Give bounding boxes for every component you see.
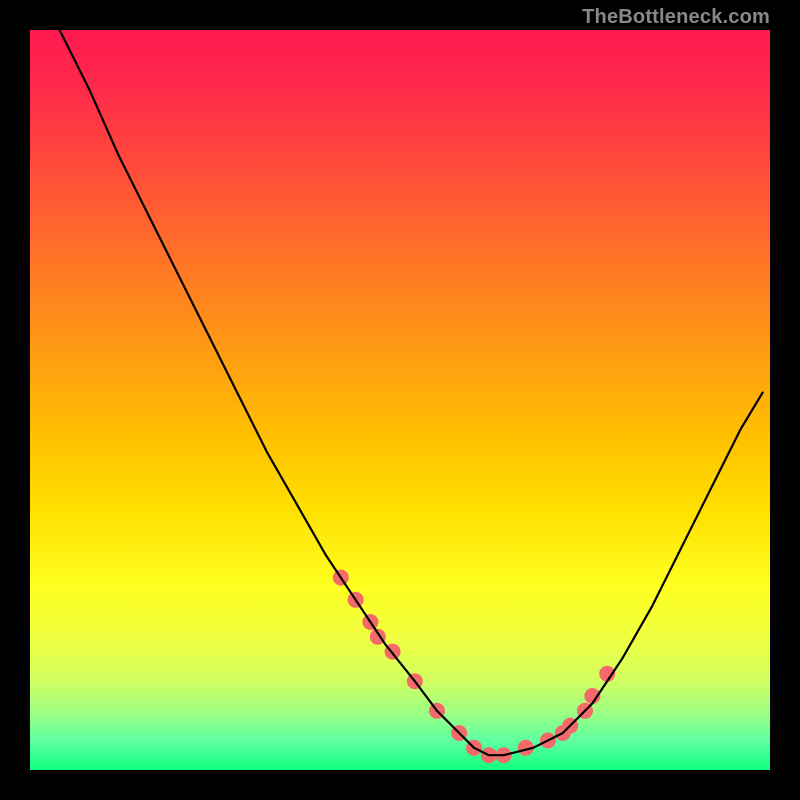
plot-area [30, 30, 770, 770]
chart-svg [30, 30, 770, 770]
bottleneck-curve [60, 30, 763, 755]
marker-layer [333, 570, 615, 764]
watermark-text: TheBottleneck.com [582, 6, 770, 29]
chart-frame: TheBottleneck.com [0, 0, 800, 800]
